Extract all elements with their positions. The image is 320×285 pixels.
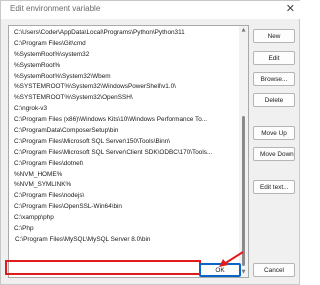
list-item[interactable]: C:\ProgramData\ComposerSetup\bin (9, 126, 239, 137)
path-list[interactable]: C:\Users\Coder\AppData\Local\Programs\Py… (8, 25, 249, 278)
close-icon[interactable]: ✕ (286, 2, 295, 15)
title-bar: Edit environment variable ✕ (1, 1, 301, 19)
new-button[interactable]: New (253, 29, 295, 43)
move-up-button[interactable]: Move Up (253, 126, 295, 140)
delete-button[interactable]: Delete (253, 93, 295, 107)
scroll-up-arrow-icon[interactable]: ▲ (239, 26, 248, 35)
list-item[interactable]: C:\xampp\php (9, 213, 239, 224)
vertical-scrollbar[interactable]: ▲ ▼ (239, 26, 248, 277)
edit-button[interactable]: Edit (253, 51, 295, 65)
move-down-button[interactable]: Move Down (253, 147, 295, 161)
list-item-selected[interactable]: C:\Program Files\MySQL\MySQL Server 8.0\… (10, 235, 239, 246)
selected-item-highlight-box (5, 260, 201, 275)
list-item[interactable]: %NVM_SYMLINK% (9, 180, 239, 191)
list-item[interactable]: C:\Php (9, 224, 239, 235)
list-item[interactable]: %SYSTEMROOT%\System32\OpenSSH\ (9, 93, 239, 104)
list-item[interactable]: %SYSTEMROOT%\System32\WindowsPowerShell\… (9, 82, 239, 93)
list-item[interactable]: C:\ngrok-v3 (9, 104, 239, 115)
list-item[interactable]: %SystemRoot%\system32 (9, 50, 239, 61)
list-item[interactable]: %NVM_HOME% (9, 170, 239, 181)
list-item[interactable]: C:\Users\Coder\AppData\Local\Programs\Py… (9, 28, 239, 39)
edit-environment-variable-dialog: Edit environment variable ✕ C:\Users\Cod… (0, 0, 301, 285)
list-item[interactable]: C:\Program Files\dotnet\ (9, 159, 239, 170)
list-item[interactable]: C:\Program Files\nodejs\ (9, 191, 239, 202)
list-item[interactable]: C:\Program Files\OpenSSL-Win64\bin (9, 202, 239, 213)
list-item[interactable]: C:\Program Files\Git\cmd (9, 39, 239, 50)
scrollbar-thumb[interactable] (242, 116, 245, 266)
window-title: Edit environment variable (10, 4, 101, 13)
path-list-items: C:\Users\Coder\AppData\Local\Programs\Py… (9, 28, 239, 246)
list-item[interactable]: %SystemRoot% (9, 61, 239, 72)
red-arrow-icon (219, 251, 244, 267)
browse-button[interactable]: Browse... (253, 72, 295, 86)
list-item[interactable]: C:\Program Files (x86)\Windows Kits\10\W… (9, 115, 239, 126)
list-item[interactable]: C:\Program Files\Microsoft SQL Server\Cl… (9, 148, 239, 159)
list-item[interactable]: C:\Program Files\Microsoft SQL Server\15… (9, 137, 239, 148)
edit-text-button[interactable]: Edit text... (253, 180, 295, 194)
list-item[interactable]: %SystemRoot%\System32\Wbem (9, 72, 239, 83)
cancel-button[interactable]: Cancel (253, 263, 295, 277)
